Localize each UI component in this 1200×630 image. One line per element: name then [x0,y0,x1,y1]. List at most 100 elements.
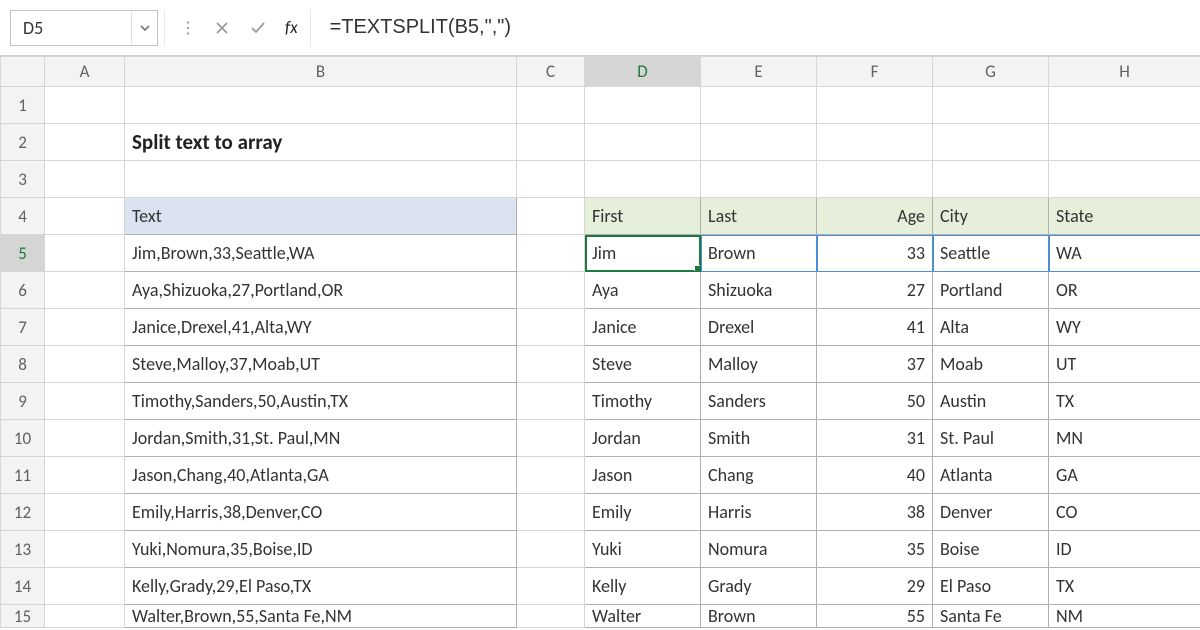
cell[interactable] [517,605,585,628]
cell-first[interactable]: Jordan [585,420,701,457]
cell[interactable] [517,531,585,568]
cell[interactable] [517,457,585,494]
cell[interactable] [125,87,517,124]
cell-last[interactable]: Harris [701,494,817,531]
cell-first[interactable]: Emily [585,494,701,531]
row-header[interactable]: 3 [1,161,45,198]
cell[interactable] [45,272,125,309]
row-header[interactable]: 10 [1,420,45,457]
cell[interactable] [517,272,585,309]
cell[interactable] [701,124,817,161]
cell-age[interactable]: 29 [817,568,933,605]
cell[interactable] [817,124,933,161]
cell-text[interactable]: Jordan,Smith,31,St. Paul,MN [125,420,517,457]
cell[interactable] [701,161,817,198]
col-header-e[interactable]: E [701,57,817,87]
row-header[interactable]: 6 [1,272,45,309]
cell-text[interactable]: Walter,Brown,55,Santa Fe,NM [125,605,517,628]
cell[interactable] [517,568,585,605]
table-header-state[interactable]: State [1049,198,1200,235]
cell[interactable] [585,161,701,198]
cell-city[interactable]: St. Paul [933,420,1049,457]
cancel-button[interactable] [207,13,237,43]
cell[interactable] [45,420,125,457]
cell-text[interactable]: Emily,Harris,38,Denver,CO [125,494,517,531]
cell-age[interactable]: 33 [817,235,933,272]
col-header-h[interactable]: H [1049,57,1200,87]
cell-state[interactable]: UT [1049,346,1200,383]
cell[interactable] [1049,87,1200,124]
cell[interactable] [45,87,125,124]
cell-state[interactable]: WA [1049,235,1200,272]
cell[interactable] [45,383,125,420]
cell[interactable] [817,87,933,124]
cell-city[interactable]: Santa Fe [933,605,1049,628]
cell-first[interactable]: Janice [585,309,701,346]
cell[interactable] [45,309,125,346]
cell[interactable] [701,87,817,124]
cell-age[interactable]: 31 [817,420,933,457]
row-header[interactable]: 15 [1,605,45,628]
cell-state[interactable]: TX [1049,383,1200,420]
cell-city[interactable]: El Paso [933,568,1049,605]
cell[interactable] [45,346,125,383]
cell[interactable] [517,346,585,383]
cell[interactable] [45,568,125,605]
row-header[interactable]: 11 [1,457,45,494]
cell-city[interactable]: Atlanta [933,457,1049,494]
cell-age[interactable]: 37 [817,346,933,383]
cell-first[interactable]: Aya [585,272,701,309]
row-header[interactable]: 12 [1,494,45,531]
row-header[interactable]: 5 [1,235,45,272]
name-box[interactable]: D5 [10,10,158,46]
active-cell[interactable]: Jim [585,235,701,272]
cell-state[interactable]: CO [1049,494,1200,531]
cell[interactable] [585,124,701,161]
cell-first[interactable]: Yuki [585,531,701,568]
select-all-corner[interactable] [1,57,45,87]
cell-text[interactable]: Yuki,Nomura,35,Boise,ID [125,531,517,568]
cell-text[interactable]: Steve,Malloy,37,Moab,UT [125,346,517,383]
table-header-first[interactable]: First [585,198,701,235]
cell-city[interactable]: Alta [933,309,1049,346]
cell-text[interactable]: Aya,Shizuoka,27,Portland,OR [125,272,517,309]
table-header-text[interactable]: Text [125,198,517,235]
cell[interactable] [585,87,701,124]
page-title[interactable]: Split text to array [125,124,517,161]
cell-state[interactable]: GA [1049,457,1200,494]
cell-last[interactable]: Sanders [701,383,817,420]
row-header[interactable]: 8 [1,346,45,383]
cell[interactable] [45,235,125,272]
cell-first[interactable]: Jason [585,457,701,494]
table-header-age[interactable]: Age [817,198,933,235]
cell[interactable] [933,161,1049,198]
cell-first[interactable]: Kelly [585,568,701,605]
cell-first[interactable]: Walter [585,605,701,628]
cell-text[interactable]: Jim,Brown,33,Seattle,WA [125,235,517,272]
cell-state[interactable]: TX [1049,568,1200,605]
table-header-city[interactable]: City [933,198,1049,235]
insert-function-button[interactable]: fx [279,17,304,38]
cell[interactable] [517,161,585,198]
cell-state[interactable]: MN [1049,420,1200,457]
cell[interactable] [517,383,585,420]
cell-age[interactable]: 41 [817,309,933,346]
cell[interactable] [45,198,125,235]
cell-age[interactable]: 27 [817,272,933,309]
cell-city[interactable]: Austin [933,383,1049,420]
cell-last[interactable]: Drexel [701,309,817,346]
cell-city[interactable]: Moab [933,346,1049,383]
cell-last[interactable]: Grady [701,568,817,605]
cell-state[interactable]: OR [1049,272,1200,309]
cell-last[interactable]: Smith [701,420,817,457]
cell-last[interactable]: Brown [701,605,817,628]
cell-last[interactable]: Malloy [701,346,817,383]
row-header[interactable]: 9 [1,383,45,420]
col-header-a[interactable]: A [45,57,125,87]
row-header[interactable]: 4 [1,198,45,235]
name-box-dropdown[interactable] [131,11,157,45]
cell[interactable] [517,309,585,346]
cell[interactable] [517,494,585,531]
col-header-d[interactable]: D [585,57,701,87]
cell[interactable] [45,161,125,198]
